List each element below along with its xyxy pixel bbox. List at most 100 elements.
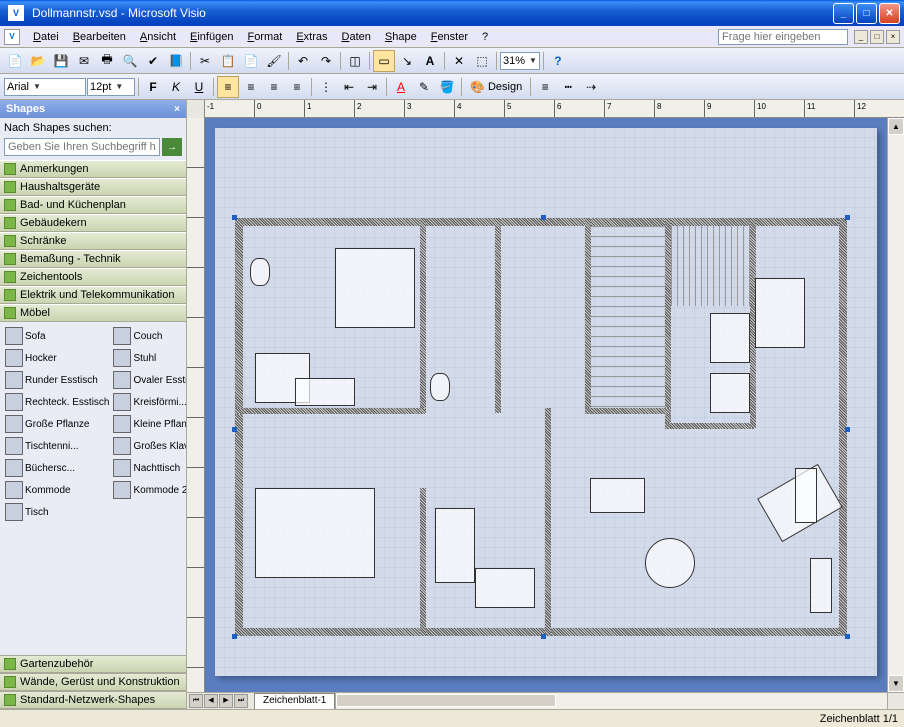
minimize-button[interactable]: _ — [833, 3, 854, 24]
toilet[interactable] — [250, 258, 270, 286]
bookshelf[interactable] — [795, 468, 817, 523]
save-button[interactable]: 💾 — [50, 50, 72, 72]
category-anmerkungen[interactable]: Anmerkungen — [0, 160, 186, 178]
shape-item[interactable]: Couch — [112, 326, 186, 346]
ruler-vertical[interactable] — [187, 118, 205, 692]
bookshelf[interactable] — [810, 558, 832, 613]
bullets-button[interactable]: ⋮ — [315, 76, 337, 98]
redo-button[interactable]: ↷ — [315, 50, 337, 72]
linecolor-button[interactable]: ✎ — [413, 76, 435, 98]
armchairs[interactable] — [590, 478, 645, 513]
font-combo[interactable]: Arial▼ — [4, 78, 86, 96]
category-netzwerk[interactable]: Standard-Netzwerk-Shapes — [0, 691, 186, 709]
shape-item[interactable]: Tisch — [4, 502, 110, 522]
underline-button[interactable]: U — [188, 76, 210, 98]
scroll-up-button[interactable]: ▲ — [888, 118, 904, 135]
lineweight-button[interactable]: ≡ — [534, 76, 556, 98]
italic-button[interactable]: K — [165, 76, 187, 98]
shape-item[interactable]: Kommode — [4, 480, 110, 500]
control-menu-icon[interactable]: V — [4, 29, 20, 45]
category-zeichentools[interactable]: Zeichentools — [0, 268, 186, 286]
shape-item[interactable]: Runder Esstisch — [4, 370, 110, 390]
category-haushaltsgeraete[interactable]: Haushaltsgeräte — [0, 178, 186, 196]
wall-inner[interactable] — [235, 408, 425, 414]
shape-item[interactable]: Sofa — [4, 326, 110, 346]
search-go-button[interactable]: → — [162, 138, 182, 156]
help-search-input[interactable] — [718, 29, 848, 45]
menu-format[interactable]: Format — [240, 28, 289, 46]
shape-item[interactable]: Nachttisch — [112, 458, 186, 478]
shower[interactable] — [335, 248, 415, 328]
menu-shape[interactable]: Shape — [378, 28, 424, 46]
connector-tool[interactable]: ↘ — [396, 50, 418, 72]
align-center-button[interactable]: ≡ — [240, 76, 262, 98]
category-schraenke[interactable]: Schränke — [0, 232, 186, 250]
wall-inner[interactable] — [495, 218, 501, 413]
drawing-viewport[interactable] — [205, 118, 887, 692]
selection-handle[interactable] — [845, 634, 850, 639]
pointer-tool[interactable]: ▭ — [373, 50, 395, 72]
formatpainter-button[interactable]: 🖌 — [263, 50, 285, 72]
category-elektrik[interactable]: Elektrik und Telekommunikation — [0, 286, 186, 304]
inc-indent-button[interactable]: ⇥ — [361, 76, 383, 98]
mdi-close[interactable]: × — [886, 30, 900, 44]
ruler-horizontal[interactable]: -101234567891011121314 — [187, 100, 904, 118]
category-bad-kuechen[interactable]: Bad- und Küchenplan — [0, 196, 186, 214]
sink[interactable] — [710, 313, 750, 363]
design-button[interactable]: 🎨Design — [465, 76, 527, 98]
shape-item[interactable]: Rechteck. Esstisch — [4, 392, 110, 412]
spellcheck-button[interactable]: ✔ — [142, 50, 164, 72]
selection-handle[interactable] — [845, 427, 850, 432]
undo-button[interactable]: ↶ — [292, 50, 314, 72]
scroll-track[interactable] — [888, 135, 904, 675]
menu-extras[interactable]: Extras — [289, 28, 334, 46]
selection-handle[interactable] — [845, 215, 850, 220]
fillcolor-button[interactable]: 🪣 — [436, 76, 458, 98]
connection-point-tool[interactable]: ✕ — [448, 50, 470, 72]
category-bemassung[interactable]: Bemaßung - Technik — [0, 250, 186, 268]
category-gebaeudekern[interactable]: Gebäudekern — [0, 214, 186, 232]
menu-fenster[interactable]: Fenster — [424, 28, 475, 46]
wall-inner[interactable] — [420, 488, 426, 636]
tab-first-button[interactable]: ⏮ — [189, 694, 203, 708]
menu-help[interactable]: ? — [475, 28, 495, 46]
bold-button[interactable]: F — [142, 76, 164, 98]
floorplan[interactable] — [235, 218, 847, 636]
fridge[interactable] — [755, 278, 805, 348]
shape-item[interactable]: Kommode 2 Schubl. — [112, 480, 186, 500]
menu-bearbeiten[interactable]: Bearbeiten — [66, 28, 133, 46]
copy-button[interactable]: 📋 — [217, 50, 239, 72]
shelf[interactable] — [435, 508, 475, 583]
wall-inner[interactable] — [665, 423, 755, 429]
align-justify-button[interactable]: ≡ — [286, 76, 308, 98]
maximize-button[interactable]: □ — [856, 3, 877, 24]
open-button[interactable]: 📂 — [27, 50, 49, 72]
toilet[interactable] — [430, 373, 450, 401]
selection-handle[interactable] — [232, 634, 237, 639]
shape-item[interactable]: Großes Klavier — [112, 436, 186, 456]
align-left-button[interactable]: ≡ — [217, 76, 239, 98]
linepattern-button[interactable]: ┅ — [557, 76, 579, 98]
preview-button[interactable]: 🔍 — [119, 50, 141, 72]
stairs[interactable] — [591, 226, 665, 408]
closet[interactable] — [671, 226, 750, 306]
research-button[interactable]: 📘 — [165, 50, 187, 72]
help-button[interactable]: ? — [547, 50, 569, 72]
selection-handle[interactable] — [232, 215, 237, 220]
menu-datei[interactable]: Datei — [26, 28, 66, 46]
category-waende[interactable]: Wände, Gerüst und Konstruktion — [0, 673, 186, 691]
new-button[interactable]: 📄 — [4, 50, 26, 72]
cut-button[interactable]: ✂ — [194, 50, 216, 72]
menu-einfuegen[interactable]: Einfügen — [183, 28, 240, 46]
shapes-search-input[interactable] — [4, 138, 160, 156]
paste-button[interactable]: 📄 — [240, 50, 262, 72]
shape-item[interactable]: Kreisförmi... Tisch — [112, 392, 186, 412]
category-moebel[interactable]: Möbel — [0, 304, 186, 322]
mdi-restore[interactable]: □ — [870, 30, 884, 44]
desk[interactable] — [475, 568, 535, 608]
drawing-page[interactable] — [215, 128, 877, 676]
tab-prev-button[interactable]: ◀ — [204, 694, 218, 708]
shape-item[interactable]: Ovaler Esstisch — [112, 370, 186, 390]
shape-item[interactable]: Große Pflanze — [4, 414, 110, 434]
wall-inner[interactable] — [420, 218, 426, 413]
